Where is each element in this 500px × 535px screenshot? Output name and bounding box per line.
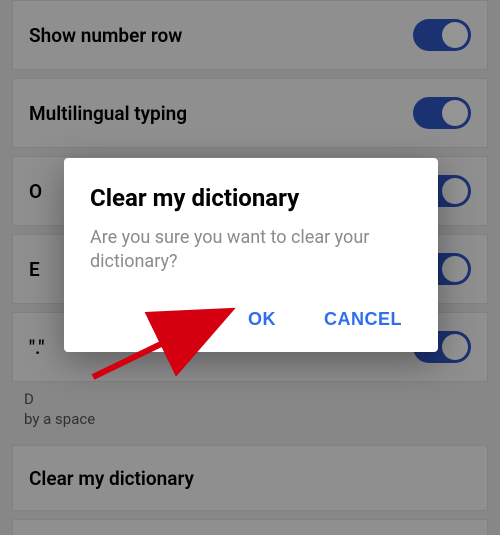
ok-button[interactable]: OK (244, 301, 280, 338)
confirm-dialog: Clear my dictionary Are you sure you wan… (64, 158, 438, 352)
cancel-button[interactable]: CANCEL (320, 301, 406, 338)
dialog-message: Are you sure you want to clear your dict… (90, 226, 412, 275)
dialog-actions: OK CANCEL (90, 301, 412, 338)
dialog-title: Clear my dictionary (90, 184, 412, 212)
